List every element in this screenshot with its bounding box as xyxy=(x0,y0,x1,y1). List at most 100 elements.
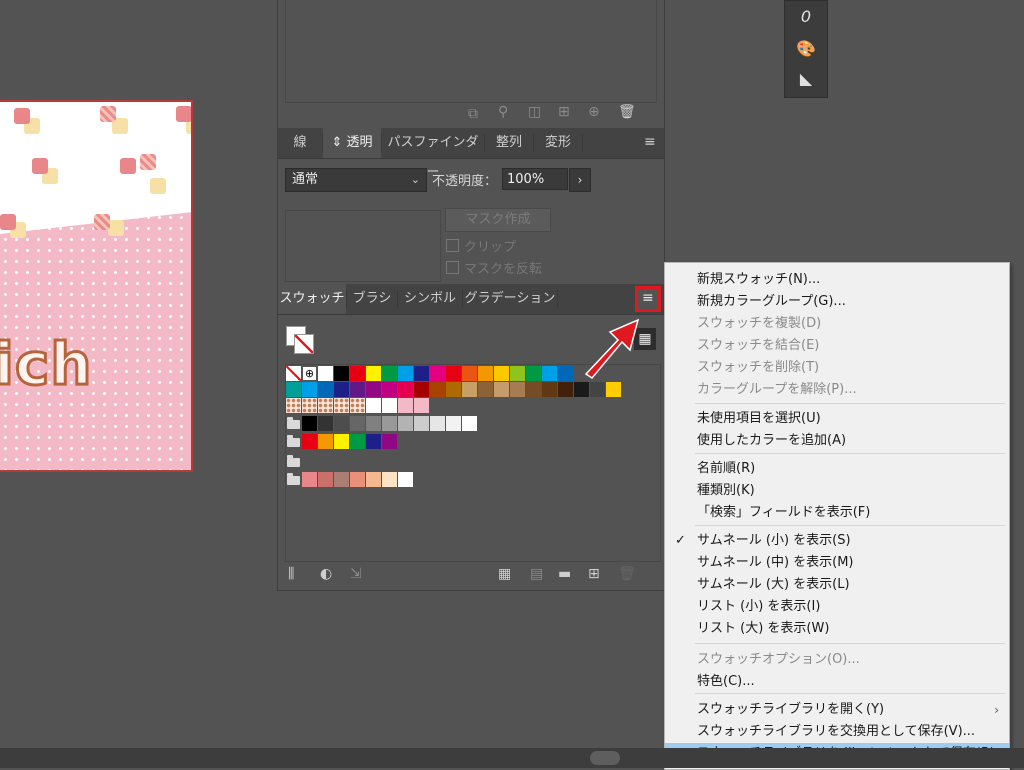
show-kind-icon[interactable]: ◐ xyxy=(320,566,332,582)
menu-item[interactable]: 「検索」フィールドを表示(F) xyxy=(665,502,1009,524)
link-icon[interactable]: ⧉ xyxy=(468,106,478,122)
swatch[interactable] xyxy=(366,434,381,449)
tab-transform[interactable]: 変形 xyxy=(534,128,582,158)
swatch[interactable] xyxy=(398,398,413,413)
swatch[interactable] xyxy=(446,382,461,397)
swatch-options-icon[interactable]: ▤ xyxy=(530,566,543,582)
clip-checkbox[interactable]: クリップ xyxy=(446,236,516,255)
swatch[interactable] xyxy=(558,382,573,397)
panel-menu-icon[interactable]: ≡ xyxy=(644,134,656,150)
swatch[interactable] xyxy=(574,382,589,397)
swatch[interactable] xyxy=(318,382,333,397)
swatch[interactable] xyxy=(366,472,381,487)
glyph-icon[interactable]: 0 xyxy=(796,7,816,27)
blend-mode-select[interactable]: 通常 ⌄ xyxy=(285,168,427,192)
swatch[interactable] xyxy=(302,398,317,413)
swatch[interactable] xyxy=(334,472,349,487)
color-group-icon[interactable]: ▦ xyxy=(498,566,511,582)
swatch[interactable] xyxy=(494,366,509,381)
swatch[interactable] xyxy=(318,472,333,487)
swatch[interactable] xyxy=(334,366,349,381)
swatch[interactable] xyxy=(350,382,365,397)
swatch[interactable] xyxy=(382,398,397,413)
opacity-input[interactable]: 100% xyxy=(502,168,568,190)
new-icon[interactable]: ⊕ xyxy=(588,104,600,120)
swatch[interactable] xyxy=(382,416,397,431)
swatch[interactable] xyxy=(414,398,429,413)
swatch[interactable] xyxy=(526,382,541,397)
swatch[interactable] xyxy=(382,472,397,487)
menu-item[interactable]: サムネール (中) を表示(M) xyxy=(665,552,1009,574)
scroll-thumb[interactable] xyxy=(590,751,620,765)
swatch[interactable] xyxy=(430,366,445,381)
swatch[interactable] xyxy=(398,366,413,381)
swatch[interactable] xyxy=(350,416,365,431)
palette-icon[interactable]: 🎨 xyxy=(796,39,816,59)
swatch[interactable] xyxy=(542,382,557,397)
swatch[interactable] xyxy=(478,382,493,397)
group-icon[interactable]: ⊞ xyxy=(558,104,570,120)
swatch[interactable] xyxy=(462,416,477,431)
swatch[interactable] xyxy=(366,398,381,413)
swatch[interactable] xyxy=(398,416,413,431)
tab-pathfinder[interactable]: パスファインダー xyxy=(382,128,484,180)
swatch[interactable] xyxy=(366,416,381,431)
swatch[interactable] xyxy=(318,398,333,413)
swatch[interactable] xyxy=(366,382,381,397)
swatch[interactable] xyxy=(350,366,365,381)
swatch[interactable]: ⊕ xyxy=(302,366,317,381)
menu-item[interactable]: スウォッチを複製(D) xyxy=(665,313,1009,335)
swatch[interactable] xyxy=(590,382,605,397)
new-group-icon[interactable]: ▬ xyxy=(558,566,571,582)
swatch[interactable] xyxy=(558,366,573,381)
trash-icon[interactable]: 🗑 xyxy=(618,566,636,582)
menu-item[interactable]: カラーグループを解除(P)... xyxy=(665,379,1009,401)
opacity-arrow-button[interactable]: › xyxy=(569,168,591,192)
swatch[interactable] xyxy=(446,416,461,431)
menu-item[interactable]: 特色(C)... xyxy=(665,671,1009,693)
swatch[interactable] xyxy=(334,416,349,431)
swatch[interactable] xyxy=(382,434,397,449)
swatch[interactable] xyxy=(462,366,477,381)
swatch[interactable] xyxy=(302,472,317,487)
swatch[interactable] xyxy=(302,434,317,449)
swatch[interactable] xyxy=(366,366,381,381)
swatches-menu-button[interactable]: ≡ xyxy=(635,286,661,312)
swatch[interactable] xyxy=(446,366,461,381)
swatch[interactable] xyxy=(382,366,397,381)
menu-item[interactable]: スウォッチライブラリを開く(Y) › xyxy=(665,699,1009,721)
swatch[interactable] xyxy=(414,366,429,381)
menu-item[interactable]: スウォッチを削除(T) xyxy=(665,357,1009,379)
tab-gradient[interactable]: グラデーション xyxy=(463,284,557,314)
tab-stroke[interactable]: 線 xyxy=(278,128,322,158)
menu-item[interactable]: 新規カラーグループ(G)... xyxy=(665,291,1009,313)
swatch[interactable] xyxy=(302,382,317,397)
swatch[interactable] xyxy=(318,416,333,431)
trash-icon[interactable]: 🗑 xyxy=(618,104,636,120)
stroke-swatch[interactable] xyxy=(294,334,314,354)
swatch[interactable] xyxy=(398,382,413,397)
tab-symbol[interactable]: シンボル xyxy=(398,284,462,314)
menu-item[interactable]: 使用したカラーを追加(A) xyxy=(665,430,1009,452)
layer-icon[interactable]: ◫ xyxy=(528,104,541,120)
swatch[interactable] xyxy=(478,366,493,381)
swatch[interactable] xyxy=(350,434,365,449)
swatch[interactable] xyxy=(462,382,477,397)
menu-item[interactable]: スウォッチライブラリを交換用として保存(V)... xyxy=(665,721,1009,743)
swatch[interactable] xyxy=(334,382,349,397)
tab-transparency[interactable]: ⇕ 透明 xyxy=(323,128,381,158)
swatch[interactable] xyxy=(542,366,557,381)
swatch[interactable] xyxy=(334,434,349,449)
swatch[interactable] xyxy=(526,366,541,381)
tab-brush[interactable]: ブラシ xyxy=(347,284,397,314)
library-icon[interactable]: ⫼ xyxy=(288,566,294,582)
menu-item[interactable]: リスト (小) を表示(I) xyxy=(665,596,1009,618)
menu-item[interactable]: 種類別(K) xyxy=(665,480,1009,502)
swatch[interactable] xyxy=(286,398,301,413)
artboard[interactable]: ich xyxy=(0,100,193,472)
swatch[interactable] xyxy=(494,382,509,397)
import-icon[interactable]: ⇲ xyxy=(350,566,362,582)
swatch[interactable] xyxy=(302,416,317,431)
swatch[interactable] xyxy=(510,382,525,397)
menu-item[interactable]: サムネール (大) を表示(L) xyxy=(665,574,1009,596)
